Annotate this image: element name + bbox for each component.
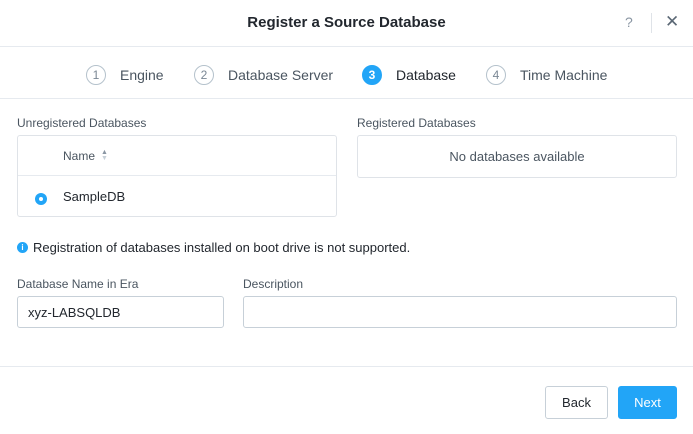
database-name-input[interactable]: [17, 296, 224, 328]
step-engine[interactable]: 1 Engine: [86, 65, 164, 85]
empty-state-text: No databases available: [449, 149, 585, 164]
description-label: Description: [243, 277, 304, 291]
unregistered-databases-table: Name ▲ ▼ SampleDB: [17, 135, 337, 217]
step-label: Time Machine: [520, 67, 608, 83]
next-button[interactable]: Next: [618, 386, 677, 419]
table-header: Name ▲ ▼: [18, 136, 336, 176]
database-name-label: Database Name in Era: [17, 277, 139, 291]
step-number: 3: [362, 65, 382, 85]
column-header-label: Name: [63, 149, 96, 163]
step-number: 2: [194, 65, 214, 85]
database-name: SampleDB: [63, 189, 126, 204]
back-button[interactable]: Back: [545, 386, 608, 419]
radio-button[interactable]: [35, 193, 47, 205]
help-icon[interactable]: ?: [625, 14, 633, 30]
dialog-header: Register a Source Database ? ✕: [0, 0, 693, 47]
wizard-steps: 1 Engine 2 Database Server 3 Database 4 …: [0, 47, 693, 99]
step-database[interactable]: 3 Database: [362, 65, 456, 85]
step-label: Engine: [120, 67, 164, 83]
description-input[interactable]: [243, 296, 677, 328]
registered-databases-table: No databases available: [357, 135, 677, 178]
info-icon: i: [17, 242, 28, 253]
step-number: 4: [486, 65, 506, 85]
step-label: Database: [396, 67, 456, 83]
table-row[interactable]: SampleDB: [18, 177, 336, 216]
footer-divider: [0, 366, 693, 367]
unregistered-databases-label: Unregistered Databases: [17, 116, 147, 130]
name-column-header[interactable]: Name ▲ ▼: [63, 149, 108, 163]
step-label: Database Server: [228, 67, 334, 83]
info-message: i Registration of databases installed on…: [17, 240, 410, 255]
registered-databases-label: Registered Databases: [357, 116, 476, 130]
sort-icon[interactable]: ▲ ▼: [101, 149, 108, 162]
dialog-title: Register a Source Database: [247, 14, 446, 31]
step-number: 1: [86, 65, 106, 85]
header-divider: [651, 13, 652, 33]
step-time-machine[interactable]: 4 Time Machine: [486, 65, 607, 85]
close-icon[interactable]: ✕: [665, 12, 679, 32]
info-text: Registration of databases installed on b…: [33, 240, 411, 255]
step-database-server[interactable]: 2 Database Server: [194, 65, 333, 85]
